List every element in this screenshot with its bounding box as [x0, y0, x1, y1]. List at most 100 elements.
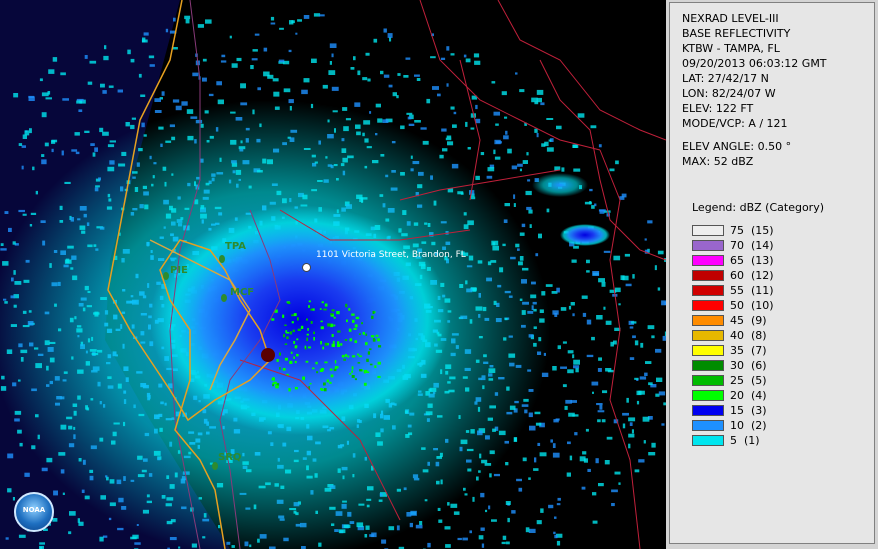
echo-pixel: [231, 63, 238, 68]
echo-pixel-green: [305, 347, 307, 350]
echo-pixel: [12, 497, 15, 501]
echo-pixel: [140, 94, 146, 97]
echo-pixel: [634, 340, 639, 346]
echo-pixel: [414, 120, 421, 123]
echo-pixel: [301, 89, 308, 95]
echo-pixel: [446, 83, 449, 87]
echo-pixel: [581, 295, 588, 299]
echo-pixel-green: [273, 381, 277, 385]
echo-pixel: [494, 156, 501, 160]
legend-swatch: [692, 405, 724, 416]
echo-pixel: [557, 497, 561, 501]
echo-pixel: [614, 471, 621, 475]
echo-pixel: [465, 121, 468, 127]
echo-pixel-green: [372, 338, 376, 342]
echo-pixel: [74, 132, 80, 136]
echo-pixel-green: [351, 370, 353, 373]
echo-pixel: [493, 149, 496, 155]
echo-pixel: [556, 287, 560, 293]
city-dot-pie: [163, 272, 169, 280]
echo-pixel: [383, 28, 387, 33]
echo-pixel: [529, 425, 536, 431]
echo-pixel: [165, 28, 169, 33]
echo-pixel: [613, 255, 621, 261]
echo-pixel-green: [345, 303, 348, 308]
echo-pixel: [586, 259, 590, 264]
echo-pixel: [592, 391, 594, 394]
echo-pixel: [357, 70, 361, 76]
echo-pixel-green: [354, 324, 358, 328]
echo-pixel-green: [357, 362, 361, 364]
echo-pixel: [8, 227, 12, 232]
echo-pixel-green: [322, 346, 325, 350]
echo-pixel: [562, 384, 567, 388]
echo-pixel: [45, 97, 52, 100]
echo-pixel: [598, 144, 602, 148]
radar-map[interactable]: TPA PIE MCF SRQ 1101 Victoria Street, Br…: [0, 0, 666, 549]
echo-pixel: [403, 75, 409, 78]
echo-pixel: [516, 478, 522, 482]
echo-pixel: [495, 123, 499, 126]
echo-pixel: [507, 517, 510, 523]
legend-item: 65 (13): [692, 254, 774, 267]
echo-pixel: [19, 442, 23, 447]
echo-pixel: [0, 248, 7, 251]
info-line-type: BASE REFLECTIVITY: [682, 27, 791, 40]
echo-pixel: [572, 144, 578, 148]
echo-pixel-green: [287, 302, 291, 304]
echo-pixel: [598, 483, 604, 487]
echo-pixel: [582, 451, 587, 455]
echo-pixel: [18, 143, 23, 146]
echo-pixel-green: [305, 360, 309, 363]
echo-pixel: [536, 520, 542, 525]
echo-pixel: [485, 509, 488, 513]
echo-pixel: [205, 19, 212, 24]
echo-pixel: [599, 404, 603, 410]
echo-pixel-green: [282, 314, 285, 318]
echo-pixel: [444, 526, 451, 530]
echo-pixel-green: [331, 343, 335, 347]
echo-pixel-green: [351, 355, 356, 358]
echo-pixel-green: [308, 300, 311, 303]
echo-pixel: [592, 520, 598, 524]
echo-pixel: [161, 91, 165, 96]
echo-pixel: [598, 357, 602, 361]
echo-pixel: [221, 54, 226, 58]
echo-pixel: [172, 99, 180, 103]
echo-pixel: [52, 518, 58, 522]
echo-pixel-green: [326, 379, 329, 383]
city-label-tpa: TPA: [225, 241, 246, 252]
echo-pixel: [496, 141, 502, 144]
echo-pixel: [577, 113, 585, 118]
echo-pixel: [102, 131, 109, 136]
echo-pixel-green: [306, 318, 308, 321]
echo-pixel: [283, 88, 291, 93]
echo-pixel: [560, 307, 567, 311]
echo-pixel-green: [337, 330, 341, 333]
legend-swatch: [692, 435, 724, 446]
echo-pixel-green: [333, 324, 336, 327]
echo-pixel: [481, 543, 485, 548]
echo-pixel: [491, 519, 497, 522]
echo-pixel: [601, 281, 606, 287]
echo-pixel-green: [288, 388, 291, 392]
echo-pixel: [427, 542, 431, 548]
echo-pixel: [609, 168, 615, 172]
echo-pixel: [383, 74, 390, 78]
legend-item: 70 (14): [692, 239, 774, 252]
echo-pixel-green: [365, 342, 368, 346]
location-marker[interactable]: [302, 263, 311, 272]
echo-pixel-green: [344, 354, 348, 357]
echo-pixel: [505, 130, 508, 135]
echo-pixel: [519, 168, 522, 172]
legend-swatch: [692, 315, 724, 326]
echo-pixel: [560, 366, 567, 369]
echo-pixel-green: [378, 345, 382, 348]
echo-pixel: [202, 58, 207, 62]
echo-pixel: [536, 133, 539, 138]
echo-pixel: [505, 541, 510, 545]
echo-pixel: [303, 78, 310, 83]
echo-pixel: [567, 369, 574, 374]
echo-pixel: [474, 60, 481, 65]
echo-pixel: [518, 487, 523, 492]
